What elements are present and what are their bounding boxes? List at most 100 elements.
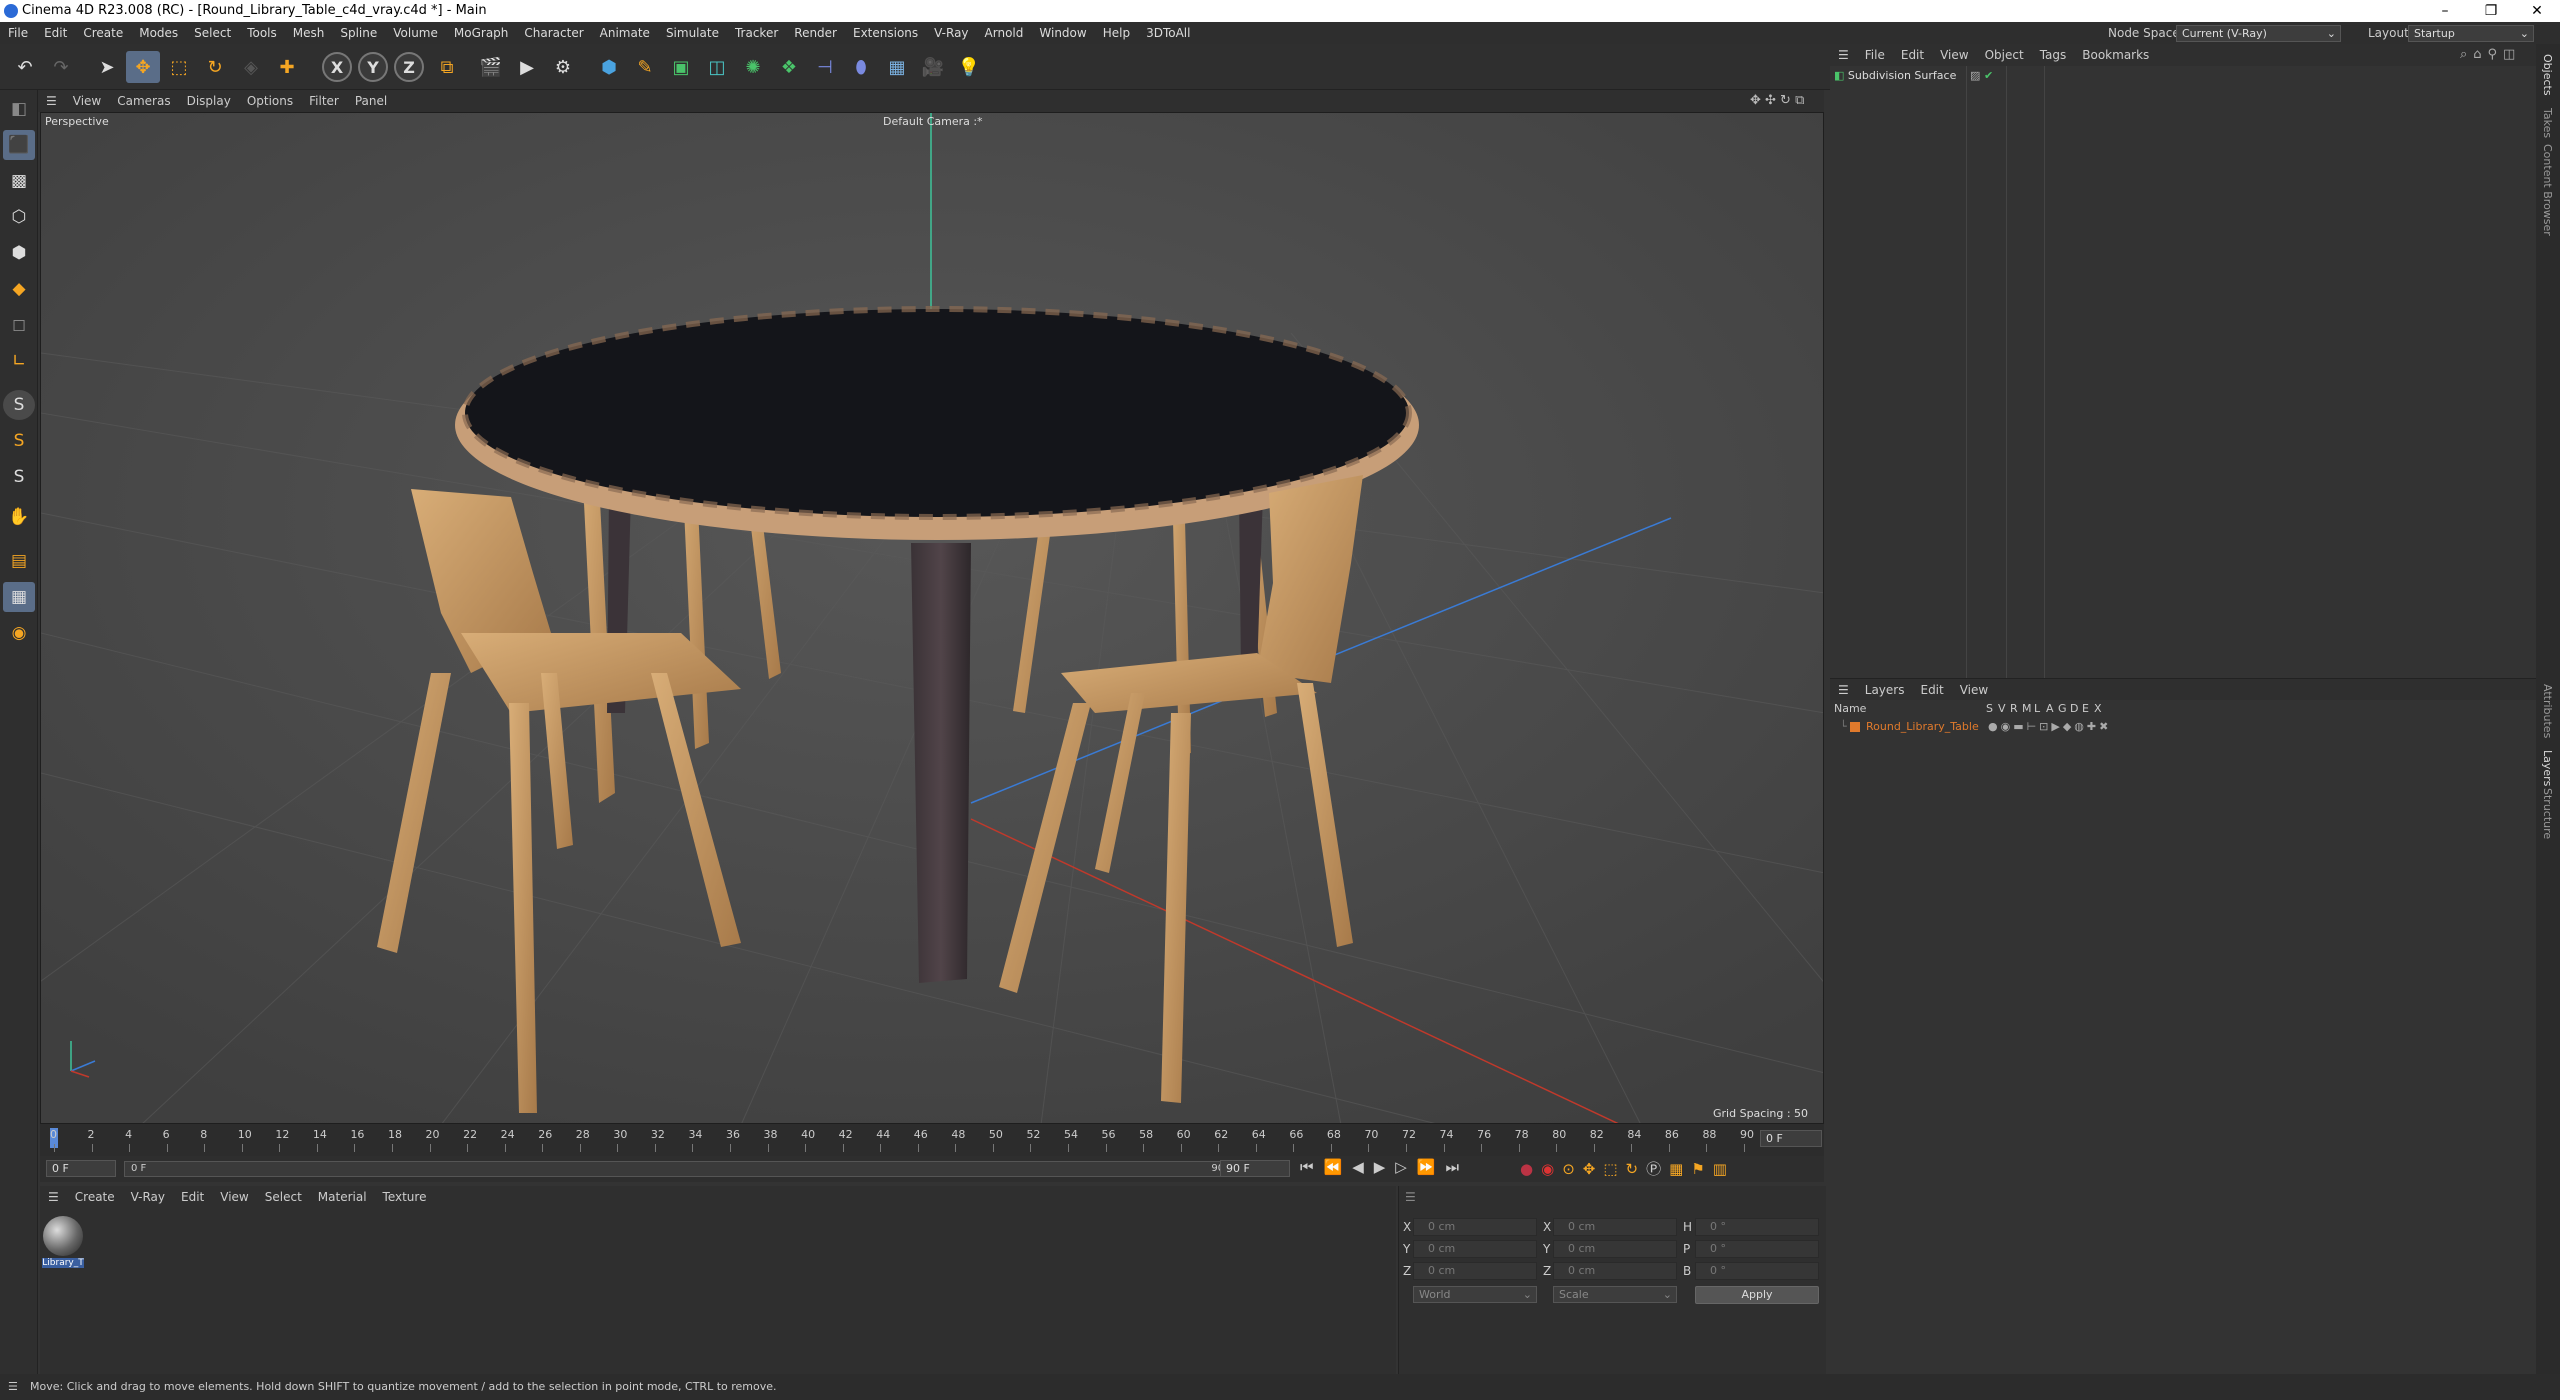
- current-frame-field[interactable]: 0 F: [1760, 1130, 1822, 1147]
- light-icon[interactable]: 💡: [952, 51, 986, 83]
- snap-icon[interactable]: S: [3, 390, 35, 420]
- quantize-icon[interactable]: S: [3, 462, 35, 492]
- menu-spline[interactable]: Spline: [332, 22, 385, 44]
- render-region-icon[interactable]: 🎬: [474, 51, 508, 83]
- points-mode-icon[interactable]: ⬡: [3, 202, 35, 232]
- solo-icon[interactable]: ◉: [3, 618, 35, 648]
- menu-3dtoall[interactable]: 3DToAll: [1138, 22, 1198, 44]
- key-pla-icon[interactable]: ▦: [1669, 1160, 1691, 1178]
- obj-menu-edit[interactable]: Edit: [1893, 44, 1932, 66]
- timeline-ruler[interactable]: 0 2 4 6 8 10 12 14 16 18 20 22 24 26 28 30 32 34 36 38 40 42 4…: [40, 1124, 1824, 1156]
- field-icon[interactable]: ⬮: [844, 51, 878, 83]
- menu-extensions[interactable]: Extensions: [845, 22, 926, 44]
- prev-frame-icon[interactable]: ◀: [1352, 1158, 1374, 1176]
- camera-label[interactable]: Default Camera :*: [883, 115, 983, 128]
- layers-hamburger-icon[interactable]: ☰: [1830, 679, 1857, 701]
- key-param-icon[interactable]: Ⓟ: [1646, 1160, 1669, 1178]
- make-editable-icon[interactable]: ◧: [3, 94, 35, 124]
- mat-menu-select[interactable]: Select: [257, 1186, 310, 1208]
- layer-color-swatch[interactable]: [1850, 722, 1860, 732]
- 3d-viewport[interactable]: Perspective Default Camera :* Grid Spaci…: [40, 112, 1824, 1124]
- coordinate-system-icon[interactable]: ⧉: [430, 51, 464, 83]
- checker-icon[interactable]: ▦: [3, 582, 35, 612]
- cloner-icon[interactable]: ✺: [736, 51, 770, 83]
- move-tool-icon[interactable]: ✥: [126, 51, 160, 83]
- obj-menu-tags[interactable]: Tags: [2032, 44, 2075, 66]
- cube-primitive-icon[interactable]: ⬢: [592, 51, 626, 83]
- menu-tools[interactable]: Tools: [239, 22, 285, 44]
- pos-y-field[interactable]: 0 cm: [1413, 1240, 1537, 1258]
- material-hamburger-icon[interactable]: ☰: [40, 1186, 67, 1208]
- render-view-icon[interactable]: ▶: [510, 51, 544, 83]
- add-tool-icon[interactable]: ✚: [270, 51, 304, 83]
- next-frame-icon[interactable]: ▷: [1395, 1158, 1417, 1176]
- start-frame-field[interactable]: 0 F: [46, 1160, 116, 1177]
- vp-menu-options[interactable]: Options: [239, 90, 301, 112]
- menu-render[interactable]: Render: [786, 22, 845, 44]
- layers-menu-layers[interactable]: Layers: [1857, 679, 1913, 701]
- layers-menu-edit[interactable]: Edit: [1912, 679, 1951, 701]
- z-axis-lock-icon[interactable]: Z: [394, 52, 424, 82]
- status-hamburger-icon[interactable]: ☰: [8, 1374, 18, 1400]
- menu-animate[interactable]: Animate: [592, 22, 658, 44]
- texture-mode-icon[interactable]: ▩: [3, 166, 35, 196]
- mat-menu-material[interactable]: Material: [310, 1186, 375, 1208]
- vp-menu-filter[interactable]: Filter: [301, 90, 347, 112]
- motion-system-icon[interactable]: ⚑: [1691, 1160, 1712, 1178]
- pos-x-field[interactable]: 0 cm: [1413, 1218, 1537, 1236]
- coord-mode-dropdown[interactable]: World ⌄: [1413, 1286, 1537, 1303]
- tab-attributes[interactable]: Attributes: [2541, 684, 2554, 738]
- spline-pen-icon[interactable]: ✎: [628, 51, 662, 83]
- layer-name[interactable]: Round_Library_Table: [1866, 720, 1979, 733]
- objects-tool-icons[interactable]: ⌕⌂⚲◫: [2460, 44, 2521, 66]
- layer-toggle-icons[interactable]: ●◉▬⊢⊡▶◆◍✚✖: [1988, 720, 2111, 733]
- edges-mode-icon[interactable]: ⬢: [3, 238, 35, 268]
- obj-menu-view[interactable]: View: [1932, 44, 1976, 66]
- menu-window[interactable]: Window: [1031, 22, 1094, 44]
- pos-z-field[interactable]: 0 cm: [1413, 1262, 1537, 1280]
- minimize-button[interactable]: –: [2422, 0, 2468, 22]
- tab-content-browser[interactable]: Content Browser: [2541, 144, 2554, 236]
- menu-create[interactable]: Create: [75, 22, 131, 44]
- mat-menu-create[interactable]: Create: [67, 1186, 123, 1208]
- polygons-mode-icon[interactable]: ◆: [3, 274, 35, 304]
- play-icon[interactable]: ▶: [1374, 1158, 1396, 1176]
- coords-hamburger-icon[interactable]: ☰: [1405, 1190, 1416, 1204]
- mat-menu-texture[interactable]: Texture: [375, 1186, 435, 1208]
- key-scale-icon[interactable]: ⬚: [1603, 1160, 1625, 1178]
- objects-hamburger-icon[interactable]: ☰: [1830, 44, 1857, 66]
- menu-simulate[interactable]: Simulate: [658, 22, 727, 44]
- mograph-icon[interactable]: ❖: [772, 51, 806, 83]
- model-mode-icon[interactable]: ⬛: [3, 130, 35, 160]
- menu-tracker[interactable]: Tracker: [727, 22, 786, 44]
- floor-icon[interactable]: ▦: [880, 51, 914, 83]
- obj-menu-bookmarks[interactable]: Bookmarks: [2074, 44, 2157, 66]
- undo-icon[interactable]: ↶: [8, 51, 42, 83]
- mat-menu-edit[interactable]: Edit: [173, 1186, 212, 1208]
- menu-arnold[interactable]: Arnold: [977, 22, 1032, 44]
- redo-icon[interactable]: ↷: [44, 51, 78, 83]
- end-frame-field[interactable]: 90 F: [1220, 1160, 1290, 1177]
- tab-takes[interactable]: Takes: [2541, 108, 2554, 138]
- size-x-field[interactable]: 0 cm: [1553, 1218, 1677, 1236]
- menu-edit[interactable]: Edit: [36, 22, 75, 44]
- snap-settings-icon[interactable]: S: [3, 426, 35, 456]
- layer-row[interactable]: └ Round_Library_Table ●◉▬⊢⊡▶◆◍✚✖: [1830, 720, 2536, 736]
- extrude-generator-icon[interactable]: ◫: [700, 51, 734, 83]
- tab-objects[interactable]: Objects: [2541, 54, 2554, 96]
- menu-volume[interactable]: Volume: [385, 22, 446, 44]
- mat-menu-vray[interactable]: V-Ray: [123, 1186, 173, 1208]
- rot-p-field[interactable]: 0 °: [1695, 1240, 1819, 1258]
- restore-button[interactable]: ❐: [2468, 0, 2514, 22]
- layers-menu-view[interactable]: View: [1952, 679, 1996, 701]
- subdivision-surface-icon[interactable]: ▣: [664, 51, 698, 83]
- tab-layers[interactable]: Layers: [2541, 750, 2554, 786]
- menu-mograph[interactable]: MoGraph: [446, 22, 517, 44]
- go-to-end-icon[interactable]: ⏭: [1446, 1158, 1470, 1176]
- vp-menu-cameras[interactable]: Cameras: [109, 90, 178, 112]
- rot-h-field[interactable]: 0 °: [1695, 1218, 1819, 1236]
- magnet-icon[interactable]: ✋: [3, 502, 35, 532]
- apply-button[interactable]: Apply: [1695, 1286, 1819, 1304]
- size-z-field[interactable]: 0 cm: [1553, 1262, 1677, 1280]
- menu-help[interactable]: Help: [1095, 22, 1138, 44]
